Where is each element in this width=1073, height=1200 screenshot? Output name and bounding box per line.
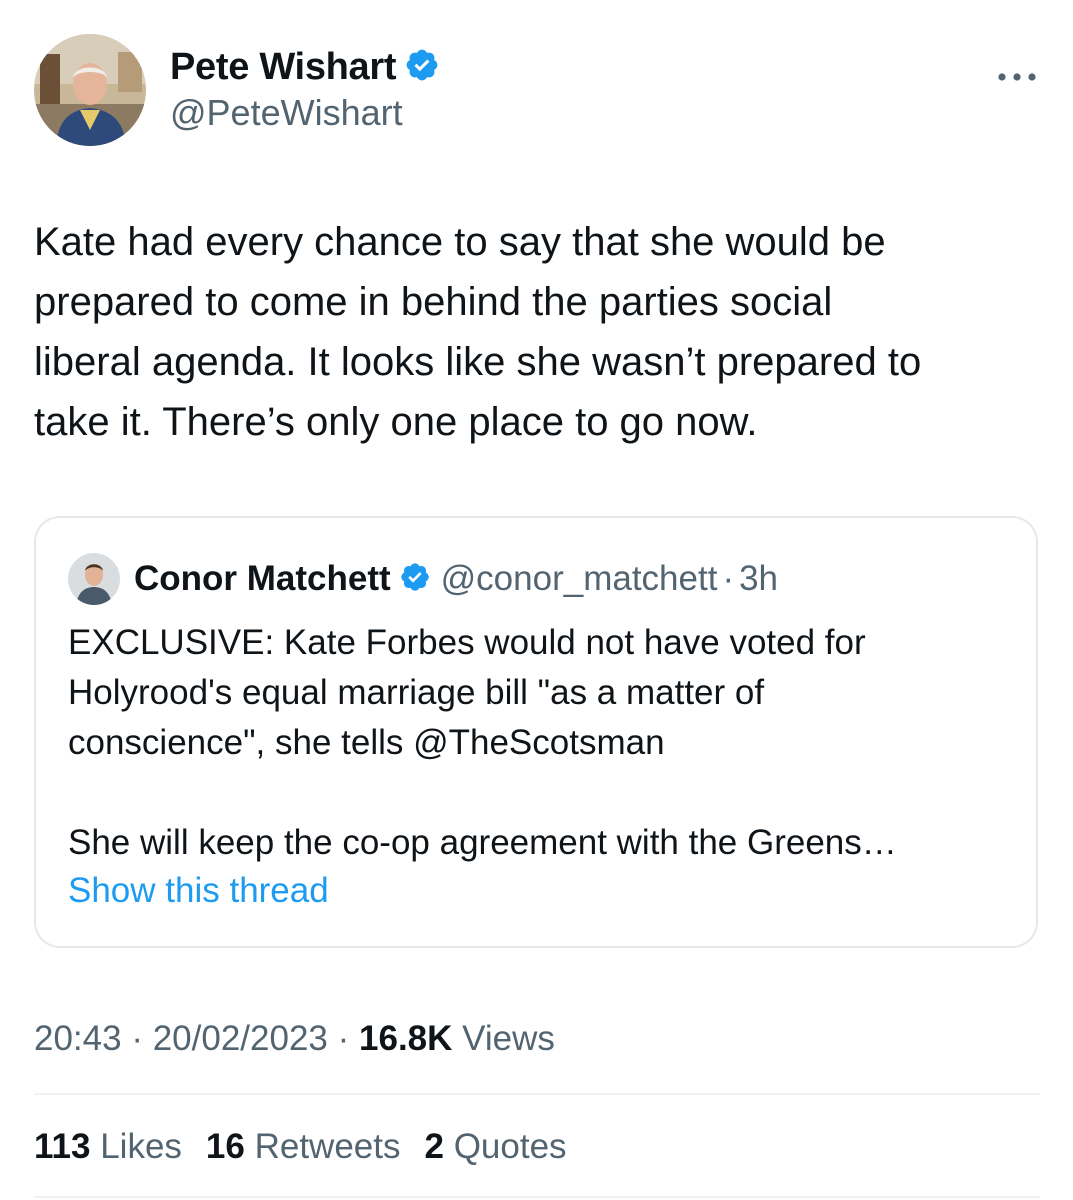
tweet-date[interactable]: 20/02/2023 xyxy=(153,1019,328,1058)
verified-badge-icon[interactable] xyxy=(399,561,431,598)
quoted-author-name[interactable]: Conor Matchett xyxy=(134,559,391,599)
tweet-meta: 20:43 · 20/02/2023 · 16.8K Views xyxy=(34,1014,555,1064)
likes-count: 113 xyxy=(34,1127,91,1166)
tweet-text: Kate had every chance to say that she wo… xyxy=(34,220,922,444)
quoted-separator: · xyxy=(722,559,735,598)
avatar-photo xyxy=(34,34,146,146)
quoted-author-handle[interactable]: @conor_matchett xyxy=(441,559,718,599)
retweets-label: Retweets xyxy=(254,1127,401,1166)
engagement-stats: 113 Likes 16 Retweets 2 Quotes xyxy=(34,1122,591,1172)
likes-label: Likes xyxy=(100,1127,182,1166)
quotes-label: Quotes xyxy=(453,1127,567,1166)
quotes-stat[interactable]: 2 Quotes xyxy=(425,1122,567,1172)
retweets-count: 16 xyxy=(205,1127,245,1166)
quoted-tweet[interactable]: Conor Matchett @conor_matchett · 3h EXCL… xyxy=(34,516,1038,948)
author-name[interactable]: Pete Wishart xyxy=(170,46,397,89)
views-label: Views xyxy=(462,1019,555,1058)
quoted-timestamp[interactable]: 3h xyxy=(739,559,778,599)
views-count: 16.8K xyxy=(359,1019,453,1058)
tweet-time[interactable]: 20:43 xyxy=(34,1019,122,1058)
quoted-avatar[interactable] xyxy=(68,553,120,605)
quoted-tweet-text: EXCLUSIVE: Kate Forbes would not have vo… xyxy=(68,623,897,862)
quoted-tweet-header: Conor Matchett @conor_matchett · 3h xyxy=(68,552,778,606)
divider xyxy=(34,1196,1040,1198)
show-thread-link[interactable]: Show this thread xyxy=(68,866,329,916)
author-name-row: Pete Wishart xyxy=(170,44,440,90)
meta-separator: · xyxy=(337,1019,350,1058)
retweets-stat[interactable]: 16 Retweets xyxy=(206,1122,401,1172)
likes-stat[interactable]: 113 Likes xyxy=(34,1122,182,1172)
more-icon[interactable] xyxy=(997,58,1037,88)
author-info: Pete Wishart @PeteWishart xyxy=(170,44,440,134)
divider xyxy=(34,1093,1040,1095)
verified-badge-icon[interactable] xyxy=(404,47,440,88)
quoted-avatar-photo xyxy=(68,553,120,605)
meta-separator: · xyxy=(131,1019,143,1058)
author-handle[interactable]: @PeteWishart xyxy=(170,92,440,134)
quotes-count: 2 xyxy=(424,1127,444,1166)
avatar[interactable] xyxy=(34,34,146,146)
